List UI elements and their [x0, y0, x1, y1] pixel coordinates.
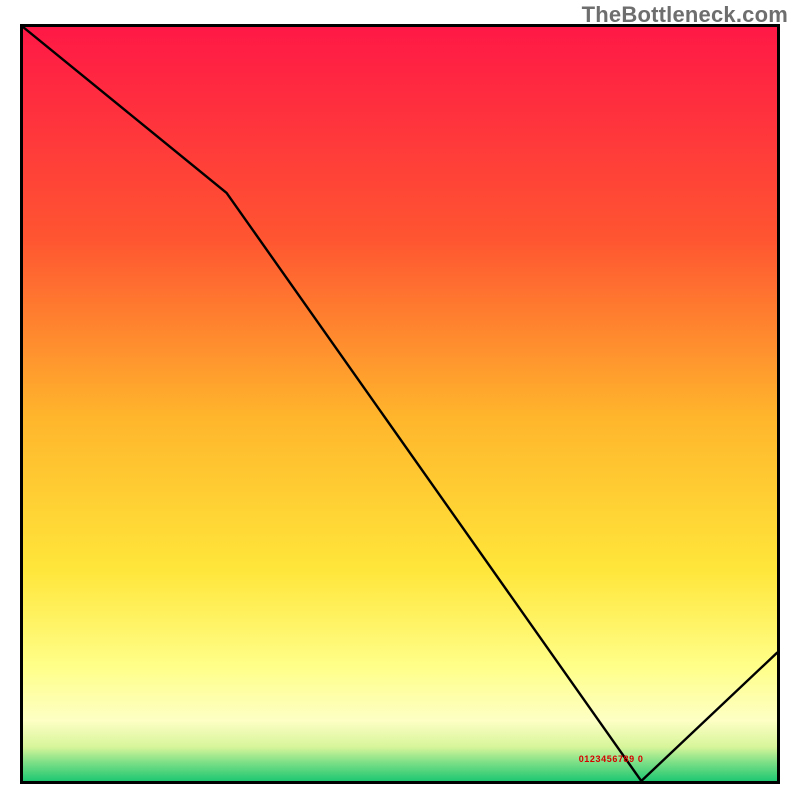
- chart-container: TheBottleneck.com 0123456789 0: [0, 0, 800, 800]
- plot-area: 0123456789 0: [20, 24, 780, 784]
- chart-svg: 0123456789 0: [23, 27, 777, 781]
- minimum-annotation: 0123456789 0: [579, 754, 644, 764]
- gradient-background: [23, 27, 777, 781]
- watermark-text: TheBottleneck.com: [582, 2, 788, 28]
